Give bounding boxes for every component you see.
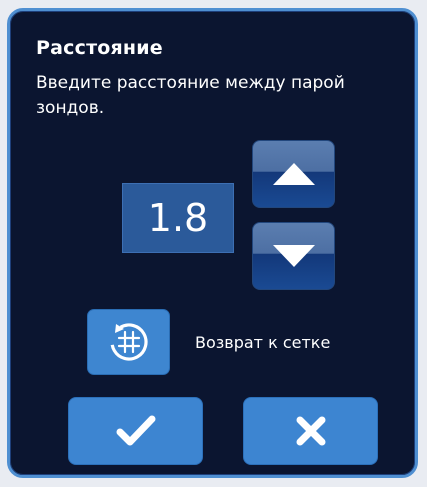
triangle-down-icon [272,245,315,267]
distance-value-field[interactable]: 1.8 [122,183,234,253]
dialog-title: Расстояние [36,37,163,59]
distance-dialog: Расстояние Введите расстояние между паро… [7,8,418,478]
triangle-up-icon [272,163,315,185]
cancel-button[interactable] [243,397,378,465]
grid-return-label: Возврат к сетке [195,333,331,352]
increment-button[interactable] [252,140,335,208]
confirm-button[interactable] [68,397,203,465]
grid-return-button[interactable] [87,309,170,375]
dialog-message: Введите расстояние между парой зондов. [36,73,345,118]
close-x-icon [296,416,325,446]
grid-reset-icon [109,323,148,361]
checkmark-icon [116,415,155,446]
decrement-button[interactable] [252,222,335,290]
